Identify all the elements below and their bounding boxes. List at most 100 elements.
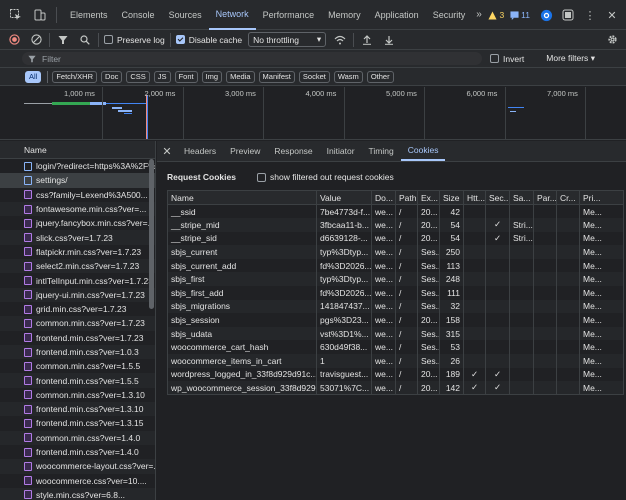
request-row[interactable]: woocommerce-layout.css?ver=... bbox=[0, 459, 155, 474]
throttling-select[interactable]: No throttling ▾ bbox=[248, 32, 327, 47]
request-row[interactable]: frontend.min.css?ver=1.5.5 bbox=[0, 373, 155, 388]
tab-security[interactable]: Security bbox=[426, 0, 473, 30]
cookie-row[interactable]: wp_woocommerce_session_33f8d929... 53071%… bbox=[167, 381, 624, 396]
chip-manifest[interactable]: Manifest bbox=[258, 70, 295, 83]
request-row[interactable]: frontend.min.css?ver=1.4.0 bbox=[0, 445, 155, 459]
device-toolbar-icon[interactable] bbox=[32, 7, 48, 23]
close-details-icon[interactable]: ✕ bbox=[157, 141, 177, 161]
column-header[interactable]: Name bbox=[167, 190, 317, 205]
request-row[interactable]: css?family=Lexend%3A500... bbox=[0, 188, 155, 202]
cookie-row[interactable]: sbjs_current_addfd%3D2026...we.../Ses...… bbox=[167, 258, 624, 273]
tab-network[interactable]: Network bbox=[208, 0, 256, 30]
column-header[interactable]: Sa... bbox=[509, 190, 534, 205]
tab-console[interactable]: Console bbox=[115, 0, 162, 30]
chip-other[interactable]: Other bbox=[366, 70, 394, 83]
cookie-row[interactable]: sbjs_udatavst%3D1%...we.../Ses...315 Me..… bbox=[167, 326, 624, 341]
settings-icon[interactable] bbox=[538, 7, 554, 23]
cookie-row[interactable]: wordpress_logged_in_33f8d929d91c... travi… bbox=[167, 367, 624, 382]
invert-checkbox[interactable] bbox=[490, 54, 499, 63]
chip-media[interactable]: Media bbox=[226, 70, 255, 83]
cookie-row[interactable]: sbjs_first_addfd%3D2026...we.../Ses...11… bbox=[167, 286, 624, 300]
tab-preview[interactable]: Preview bbox=[223, 141, 267, 161]
column-header[interactable]: Htt... bbox=[463, 190, 486, 205]
cookie-row[interactable]: sbjs_firsttyp%3Dtyp...we.../Ses...248 Me.… bbox=[167, 272, 624, 287]
network-overview-timeline[interactable]: 1,000 ms 2,000 ms 3,000 ms 4,000 ms 5,000 ms… bbox=[0, 87, 626, 140]
chip-css[interactable]: CSS bbox=[126, 70, 150, 83]
request-row[interactable]: settings/ bbox=[0, 173, 155, 188]
cookie-row[interactable]: sbjs_currenttyp%3Dtyp...we.../Ses...250 M… bbox=[167, 245, 624, 259]
request-row[interactable]: frontend.min.css?ver=1.3.10 bbox=[0, 402, 155, 417]
more-tabs-button[interactable]: » bbox=[476, 9, 482, 20]
request-row[interactable]: style.min.css?ver=6.8... bbox=[0, 487, 155, 500]
column-header[interactable]: Do... bbox=[371, 190, 396, 205]
request-row[interactable]: common.min.css?ver=1.3.10 bbox=[0, 388, 155, 402]
request-row[interactable]: grid.min.css?ver=1.7.23 bbox=[0, 302, 155, 316]
disable-cache-checkbox[interactable] bbox=[175, 35, 185, 44]
cookie-row[interactable]: __stripe_sid d6639128-... we.../20... 54 ✓ St… bbox=[167, 231, 624, 246]
chip-all[interactable]: All bbox=[25, 70, 42, 83]
request-row[interactable]: common.min.css?ver=1.4.0 bbox=[0, 430, 155, 445]
requests-scrollbar[interactable] bbox=[149, 159, 154, 309]
cookie-row[interactable]: sbjs_session pgs%3D23... we.../20... 158 Me.… bbox=[167, 313, 624, 327]
filter-funnel-icon[interactable] bbox=[55, 32, 71, 48]
inspect-element-icon[interactable] bbox=[8, 7, 24, 23]
tab-application[interactable]: Application bbox=[368, 0, 426, 30]
tab-performance[interactable]: Performance bbox=[256, 0, 322, 30]
warnings-badge[interactable]: 3 bbox=[488, 10, 504, 20]
record-button[interactable] bbox=[6, 32, 22, 48]
column-header[interactable]: Path bbox=[395, 190, 418, 205]
request-row[interactable]: frontend.min.css?ver=1.0.3 bbox=[0, 344, 155, 360]
chip-wasm[interactable]: Wasm bbox=[333, 70, 363, 83]
customize-icon[interactable] bbox=[560, 7, 576, 23]
column-header[interactable]: Cr... bbox=[556, 190, 580, 205]
chip-socket[interactable]: Socket bbox=[298, 70, 330, 83]
network-settings-icon[interactable] bbox=[604, 32, 620, 48]
column-header[interactable]: Value bbox=[316, 190, 372, 205]
close-devtools-icon[interactable]: ✕ bbox=[604, 7, 620, 23]
tab-memory[interactable]: Memory bbox=[321, 0, 368, 30]
export-har-icon[interactable] bbox=[381, 32, 397, 48]
request-row[interactable]: frontend.min.css?ver=1.3.15 bbox=[0, 416, 155, 430]
import-har-icon[interactable] bbox=[359, 32, 375, 48]
messages-badge[interactable]: 11 bbox=[510, 10, 530, 20]
name-column-header[interactable]: Name bbox=[0, 141, 155, 159]
cookie-row[interactable]: __stripe_mid 3fbcaa11-b... we.../20... 54 ✓ S… bbox=[167, 218, 624, 232]
tab-timing[interactable]: Timing bbox=[362, 141, 401, 161]
chip-img[interactable]: Img bbox=[201, 70, 223, 83]
chip-font[interactable]: Font bbox=[174, 70, 198, 83]
tab-initiator[interactable]: Initiator bbox=[320, 141, 362, 161]
kebab-menu-icon[interactable]: ⋮ bbox=[582, 7, 598, 23]
cookie-row[interactable]: sbjs_migrations141847437...we.../Ses...3… bbox=[167, 299, 624, 314]
tab-cookies[interactable]: Cookies bbox=[400, 141, 446, 161]
cookie-row[interactable]: woocommerce_cart_hash 630d49f38... we... / S… bbox=[167, 340, 624, 355]
column-header[interactable]: Par... bbox=[533, 190, 557, 205]
preserve-log-checkbox[interactable] bbox=[104, 35, 113, 44]
request-row[interactable]: select2.min.css?ver=1.7.23 bbox=[0, 259, 155, 274]
column-header[interactable]: Size bbox=[439, 190, 464, 205]
request-row[interactable]: intlTelInput.min.css?ver=1.7.23 bbox=[0, 273, 155, 287]
chip-doc[interactable]: Doc bbox=[101, 70, 123, 83]
request-row[interactable]: common.min.css?ver=1.7.23 bbox=[0, 316, 155, 331]
request-row[interactable]: login/?redirect=https%3A%2F%2F... bbox=[0, 159, 155, 173]
cookie-row[interactable]: __ssid 7be4773d-f... we.../20... 42 Me... bbox=[167, 204, 624, 219]
tab-headers[interactable]: Headers bbox=[177, 141, 223, 161]
tab-elements[interactable]: Elements bbox=[63, 0, 115, 30]
request-row[interactable]: woocommerce.css?ver=10.... bbox=[0, 474, 155, 488]
column-header[interactable]: Ex... bbox=[417, 190, 440, 205]
chip-fetchxhr[interactable]: Fetch/XHR bbox=[52, 70, 98, 83]
request-row[interactable]: jquery.fancybox.min.css?ver=... bbox=[0, 216, 155, 230]
clear-icon[interactable] bbox=[28, 32, 44, 48]
request-row[interactable]: slick.css?ver=1.7.23 bbox=[0, 230, 155, 245]
request-row[interactable]: frontend.min.css?ver=1.7.23 bbox=[0, 331, 155, 345]
column-header[interactable]: Sec... bbox=[485, 190, 510, 205]
search-icon[interactable] bbox=[77, 32, 93, 48]
column-header[interactable]: Pri... bbox=[579, 190, 624, 205]
request-row[interactable]: flatpickr.min.css?ver=1.7.23 bbox=[0, 245, 155, 259]
chip-js[interactable]: JS bbox=[153, 70, 171, 83]
tab-sources[interactable]: Sources bbox=[162, 0, 209, 30]
tab-response[interactable]: Response bbox=[267, 141, 319, 161]
network-conditions-icon[interactable] bbox=[332, 32, 348, 48]
more-filters-button[interactable]: More filters ▾ bbox=[546, 53, 595, 64]
request-row[interactable]: common.min.css?ver=1.5.5 bbox=[0, 359, 155, 373]
filter-input[interactable]: Filter bbox=[22, 52, 482, 65]
